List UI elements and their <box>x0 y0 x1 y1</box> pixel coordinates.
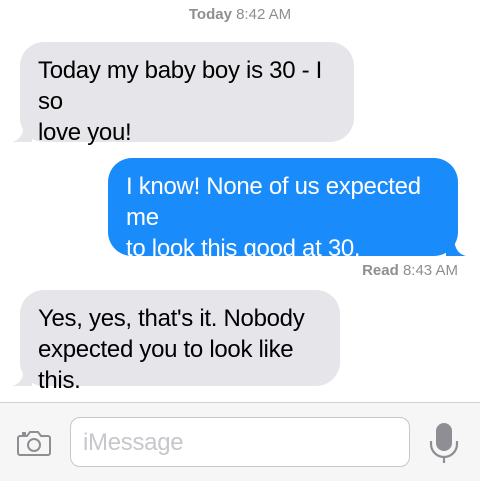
camera-icon[interactable] <box>17 429 51 457</box>
message-text-line: Yes, yes, that's it. Nobody <box>38 305 305 332</box>
message-text-line: expected you to look like this. <box>38 336 294 394</box>
read-label: Read <box>362 262 399 279</box>
message-text-line: I know! None of us expected me <box>126 173 421 231</box>
message-input-placeholder: iMessage <box>83 429 184 456</box>
message-bubble-incoming[interactable]: Today my baby boy is 30 - I so love you! <box>12 42 354 146</box>
message-text-line: to look this good at 30. <box>126 235 361 262</box>
message-bubble-incoming[interactable]: Yes, yes, that's it. Nobody expected you… <box>12 290 340 394</box>
message-input[interactable]: iMessage <box>70 417 410 467</box>
microphone-icon[interactable] <box>426 421 462 465</box>
bubble-tail-icon <box>446 236 466 256</box>
read-time: 8:43 AM <box>402 262 458 279</box>
bubble-tail-icon <box>12 122 32 142</box>
timestamp-header: Today 8:42 AM <box>0 6 480 23</box>
message-text-line: love you! <box>38 119 132 146</box>
timestamp-day: Today <box>188 6 232 23</box>
bubble-tail-icon <box>12 366 32 386</box>
message-composer-bar: iMessage <box>0 402 480 481</box>
message-text-line: Today my baby boy is 30 - I so <box>38 57 323 115</box>
timestamp-time: 8:42 AM <box>236 6 292 23</box>
message-bubble-outgoing[interactable]: I know! None of us expected me to look t… <box>108 158 466 262</box>
read-receipt: Read 8:43 AM <box>362 262 458 279</box>
